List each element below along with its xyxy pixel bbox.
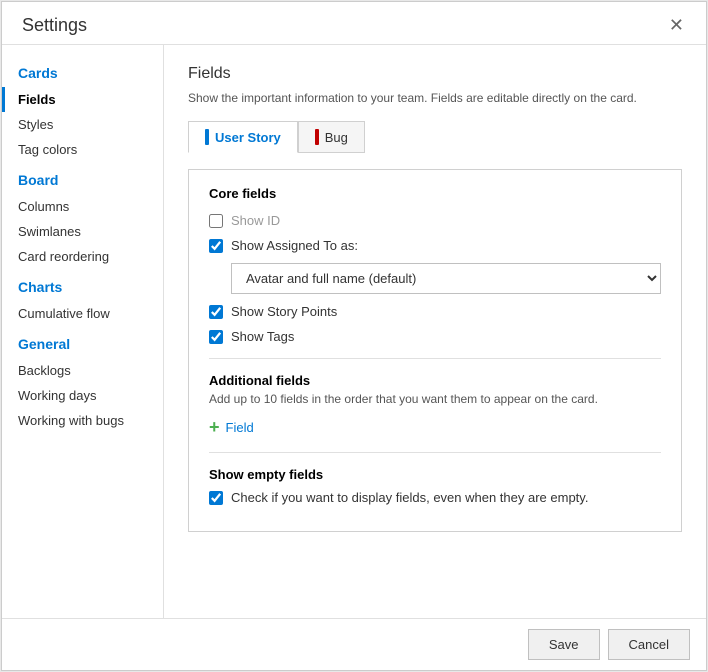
section-title: Fields — [188, 65, 682, 83]
tab-user-story-label: User Story — [215, 130, 281, 145]
additional-fields-title: Additional fields — [209, 373, 661, 388]
additional-fields-desc: Add up to 10 fields in the order that yo… — [209, 392, 661, 406]
show-story-points-label: Show Story Points — [231, 304, 337, 319]
show-id-checkbox[interactable] — [209, 214, 223, 228]
dialog-header: Settings ✕ — [2, 2, 706, 45]
sidebar-item-fields[interactable]: Fields — [2, 87, 163, 112]
tab-user-story[interactable]: User Story — [188, 121, 298, 153]
fields-box: Core fields Show ID Show Assigned To as:… — [188, 169, 682, 532]
show-empty-label: Check if you want to display fields, eve… — [231, 490, 588, 505]
show-empty-row: Check if you want to display fields, eve… — [209, 490, 661, 505]
sidebar-section-charts: Charts — [2, 269, 163, 301]
show-assigned-checkbox[interactable] — [209, 239, 223, 253]
show-story-points-row: Show Story Points — [209, 304, 661, 319]
user-story-indicator — [205, 129, 209, 145]
show-tags-label: Show Tags — [231, 329, 294, 344]
save-button[interactable]: Save — [528, 629, 600, 660]
show-empty-checkbox[interactable] — [209, 491, 223, 505]
show-story-points-checkbox[interactable] — [209, 305, 223, 319]
sidebar-item-working-days[interactable]: Working days — [2, 383, 163, 408]
show-tags-row: Show Tags — [209, 329, 661, 344]
cancel-button[interactable]: Cancel — [608, 629, 690, 660]
section-desc: Show the important information to your t… — [188, 91, 682, 105]
assigned-dropdown-row: Avatar and full name (default) Avatar on… — [231, 263, 661, 294]
sidebar: Cards Fields Styles Tag colors Board Col… — [2, 45, 164, 618]
tabs-container: User Story Bug — [188, 121, 682, 153]
sidebar-item-card-reordering[interactable]: Card reordering — [2, 244, 163, 269]
show-tags-checkbox[interactable] — [209, 330, 223, 344]
dialog-title: Settings — [22, 15, 87, 36]
sidebar-item-styles[interactable]: Styles — [2, 112, 163, 137]
sidebar-section-general: General — [2, 326, 163, 358]
sidebar-item-tag-colors[interactable]: Tag colors — [2, 137, 163, 162]
sidebar-item-swimlanes[interactable]: Swimlanes — [2, 219, 163, 244]
tab-bug[interactable]: Bug — [298, 121, 365, 153]
sidebar-section-cards: Cards — [2, 55, 163, 87]
show-empty-title: Show empty fields — [209, 467, 661, 482]
sidebar-item-columns[interactable]: Columns — [2, 194, 163, 219]
bug-indicator — [315, 129, 319, 145]
dialog-body: Cards Fields Styles Tag colors Board Col… — [2, 45, 706, 618]
sidebar-item-working-with-bugs[interactable]: Working with bugs — [2, 408, 163, 433]
assigned-dropdown[interactable]: Avatar and full name (default) Avatar on… — [231, 263, 661, 294]
core-fields-title: Core fields — [209, 186, 661, 201]
plus-icon: + — [209, 418, 220, 436]
tab-bug-label: Bug — [325, 130, 348, 145]
sidebar-section-board: Board — [2, 162, 163, 194]
show-assigned-label: Show Assigned To as: — [231, 238, 358, 253]
dialog-footer: Save Cancel — [2, 618, 706, 670]
show-id-label: Show ID — [231, 213, 280, 228]
add-field-button[interactable]: + Field — [209, 418, 254, 436]
divider-2 — [209, 452, 661, 453]
close-button[interactable]: ✕ — [663, 14, 690, 36]
main-content: Fields Show the important information to… — [164, 45, 706, 618]
show-assigned-row: Show Assigned To as: — [209, 238, 661, 253]
divider-1 — [209, 358, 661, 359]
show-id-row: Show ID — [209, 213, 661, 228]
sidebar-item-cumulative-flow[interactable]: Cumulative flow — [2, 301, 163, 326]
sidebar-item-backlogs[interactable]: Backlogs — [2, 358, 163, 383]
settings-dialog: Settings ✕ Cards Fields Styles Tag color… — [1, 1, 707, 671]
add-field-label: Field — [226, 420, 254, 435]
